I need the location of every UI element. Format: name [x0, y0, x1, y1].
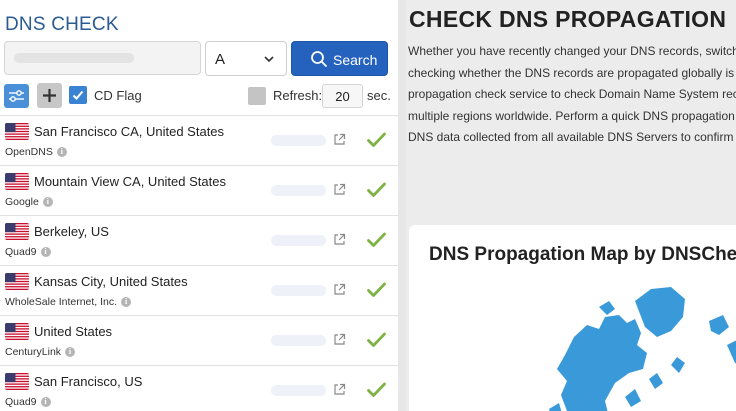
server-row: San Francisco CA, United States OpenDNS … — [0, 115, 398, 165]
cd-flag-label: CD Flag — [94, 88, 142, 103]
server-row: Kansas City, United States WholeSale Int… — [0, 265, 398, 315]
resolved-ip-redacted — [271, 235, 326, 246]
resolved-ip-redacted — [271, 285, 326, 296]
search-icon — [310, 50, 328, 73]
external-link-icon[interactable] — [333, 283, 346, 301]
chevron-down-icon — [263, 52, 275, 70]
app-title: DNS CHECK — [5, 14, 119, 35]
server-row: Mountain View CA, United States Google i — [0, 165, 398, 215]
intro-paragraph: Whether you have recently changed your D… — [408, 41, 736, 149]
record-type-value: A — [215, 51, 226, 68]
us-flag-icon — [5, 273, 29, 290]
settings-button[interactable] — [4, 84, 29, 108]
resolved-ip-redacted — [271, 335, 326, 346]
paragraph-line: DNS data collected from all available DN… — [408, 130, 736, 145]
external-link-icon[interactable] — [333, 233, 346, 251]
server-provider: Quad9 i — [5, 246, 51, 258]
paragraph-line: Whether you have recently changed your D… — [408, 44, 736, 58]
info-icon[interactable]: i — [40, 397, 51, 407]
server-location: Kansas City, United States — [34, 274, 188, 289]
info-icon[interactable]: i — [65, 347, 76, 357]
server-provider: Google i — [5, 196, 53, 208]
external-link-icon[interactable] — [333, 333, 346, 351]
refresh-checkbox[interactable] — [248, 87, 266, 105]
paragraph-line: propagation check service to check Domai… — [408, 87, 736, 102]
ok-check-icon — [367, 282, 386, 303]
provider-name: Quad9 — [5, 396, 37, 408]
info-icon[interactable]: i — [121, 297, 132, 307]
provider-name: WholeSale Internet, Inc. — [5, 296, 118, 308]
info-icon[interactable]: i — [56, 147, 67, 157]
ok-check-icon — [367, 232, 386, 253]
resolved-ip-redacted — [271, 385, 326, 396]
info-icon[interactable]: i — [42, 197, 53, 207]
resolved-ip-redacted — [271, 135, 326, 146]
server-provider: Quad9 i — [5, 396, 51, 408]
server-location: United States — [34, 324, 113, 339]
provider-name: OpenDNS — [5, 146, 53, 158]
server-location: San Francisco CA, United States — [34, 124, 225, 139]
search-button[interactable]: Search — [291, 41, 388, 76]
us-flag-icon — [5, 173, 29, 190]
panel-divider — [398, 0, 406, 411]
ok-check-icon — [367, 182, 386, 203]
record-type-select[interactable]: A — [205, 41, 287, 76]
external-link-icon[interactable] — [333, 383, 346, 401]
server-row: United States CenturyLink i — [0, 315, 398, 365]
server-provider: WholeSale Internet, Inc. i — [5, 296, 132, 308]
propagation-map-card: DNS Propagation Map by DNSChe — [409, 225, 736, 411]
server-location: San Francisco, US — [34, 374, 143, 389]
server-list: San Francisco CA, United States OpenDNS … — [0, 115, 398, 411]
ok-check-icon — [367, 132, 386, 153]
page-heading: CHECK DNS PROPAGATION — [409, 6, 727, 32]
external-link-icon[interactable] — [333, 133, 346, 151]
server-row: San Francisco, US Quad9 i — [0, 365, 398, 411]
info-icon[interactable]: i — [40, 247, 51, 257]
refresh-label: Refresh: — [273, 88, 323, 103]
us-flag-icon — [5, 223, 29, 240]
map-title: DNS Propagation Map by DNSChe — [429, 244, 736, 265]
resolved-ip-redacted — [271, 185, 326, 196]
info-panel: CHECK DNS PROPAGATION Whether you have r… — [406, 0, 736, 411]
dns-check-panel: DNS CHECK A Search CD Flag Refresh: 20 s… — [0, 0, 398, 411]
domain-input-redacted — [14, 53, 134, 63]
us-flag-icon — [5, 323, 29, 340]
world-map — [549, 287, 736, 411]
ok-check-icon — [367, 382, 386, 403]
refresh-unit-label: sec. — [367, 88, 391, 103]
paragraph-line: multiple regions worldwide. Perform a qu… — [408, 108, 735, 123]
add-server-button[interactable] — [37, 83, 62, 108]
paragraph-line: checking whether the DNS records are pro… — [408, 65, 736, 80]
us-flag-icon — [5, 123, 29, 140]
server-location: Mountain View CA, United States — [34, 174, 226, 189]
provider-name: Google — [5, 196, 39, 208]
cd-flag-checkbox[interactable] — [69, 86, 87, 104]
provider-name: Quad9 — [5, 246, 37, 258]
server-location: Berkeley, US — [34, 224, 109, 239]
search-button-label: Search — [333, 52, 378, 68]
server-provider: OpenDNS i — [5, 146, 67, 158]
server-row: Berkeley, US Quad9 i — [0, 215, 398, 265]
provider-name: CenturyLink — [5, 346, 62, 358]
refresh-interval-input[interactable] — [322, 84, 363, 108]
server-provider: CenturyLink i — [5, 346, 76, 358]
external-link-icon[interactable] — [333, 183, 346, 201]
us-flag-icon — [5, 373, 29, 390]
ok-check-icon — [367, 332, 386, 353]
